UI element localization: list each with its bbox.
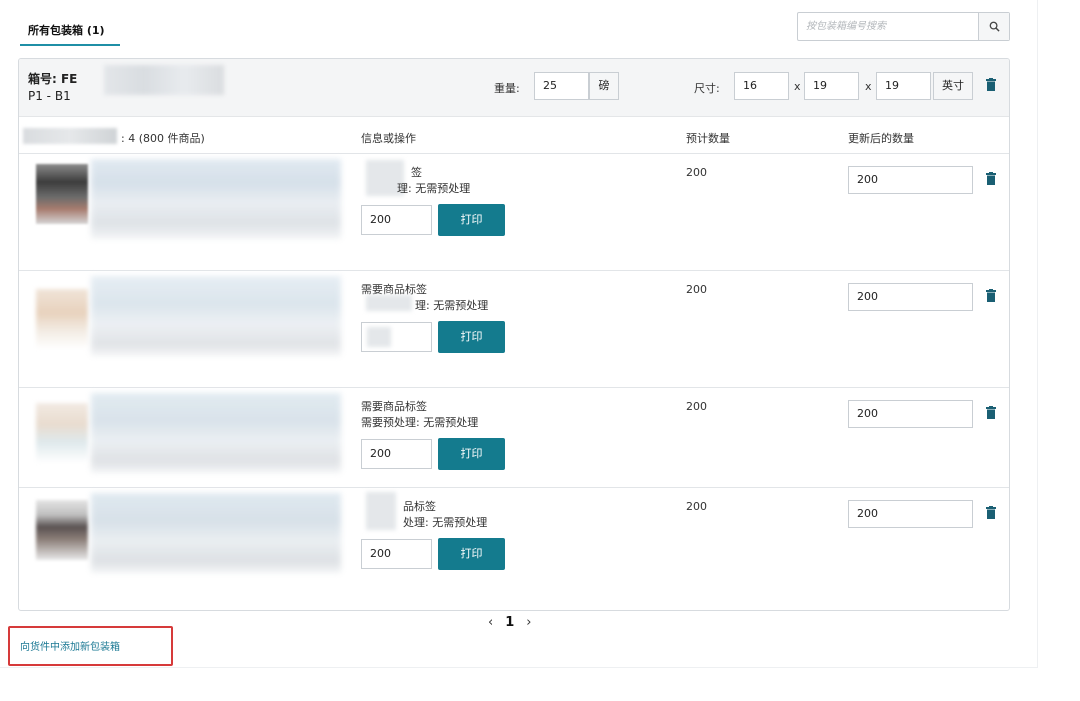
print-button[interactable]: 打印 [438, 321, 505, 353]
prep-requirement: 理: 无需预处理 [397, 182, 471, 195]
product-thumbnail [36, 500, 88, 560]
label-requirement: 签 [411, 166, 422, 179]
next-page-button[interactable]: › [526, 615, 531, 630]
sku-count-header: : 4 (800 件商品) [121, 132, 205, 145]
prev-page-button[interactable]: ‹ [488, 615, 493, 630]
prep-requirement: 需要预处理: 无需预处理 [361, 416, 479, 429]
height-input[interactable]: 19 [876, 72, 931, 100]
dim-separator: x [794, 80, 801, 93]
search-icon [989, 21, 1000, 32]
redacted-product-name[interactable] [91, 276, 341, 356]
redacted-product-name[interactable] [91, 393, 341, 473]
updated-quantity-input[interactable]: 200 [848, 400, 973, 428]
delete-item-trash-icon[interactable] [986, 172, 996, 185]
label-requirement: 需要商品标签 [361, 400, 427, 413]
weight-input[interactable]: 25 [534, 72, 589, 100]
table-row: 签 理: 无需预处理 200 打印 200 200 [19, 154, 1009, 270]
updated-quantity-input[interactable]: 200 [848, 166, 973, 194]
pagination: ‹ 1 › [488, 615, 531, 630]
box-position: P1 - B1 [28, 89, 71, 103]
weight-unit[interactable]: 磅 [589, 72, 619, 100]
table-row: 需要商品标签 理: 无需预处理 打印 200 200 [19, 271, 1009, 387]
redacted-box-id [104, 65, 224, 95]
col-updated-header: 更新后的数量 [848, 132, 914, 145]
search-button[interactable] [978, 13, 1009, 40]
print-button[interactable]: 打印 [438, 538, 505, 570]
redacted-info [367, 327, 391, 347]
delete-item-trash-icon[interactable] [986, 506, 996, 519]
print-quantity-input[interactable]: 200 [361, 539, 432, 569]
print-button[interactable]: 打印 [438, 204, 505, 236]
product-thumbnail [36, 164, 88, 224]
redacted-sku-header [23, 128, 117, 144]
delete-item-trash-icon[interactable] [986, 406, 996, 419]
box-search [797, 12, 1010, 41]
redacted-product-name[interactable] [91, 493, 341, 573]
updated-quantity-input[interactable]: 200 [848, 283, 973, 311]
box-card: 箱号: FE P1 - B1 重量: 25 磅 尺寸: 16 x 19 x 19… [18, 58, 1010, 611]
redacted-info [366, 295, 412, 311]
dim-separator: x [865, 80, 872, 93]
box-search-input[interactable] [798, 13, 978, 40]
tab-all-boxes[interactable]: 所有包装箱 (1) [28, 22, 105, 38]
current-page[interactable]: 1 [505, 615, 514, 630]
delete-box-trash-icon[interactable] [986, 78, 996, 91]
expected-quantity: 200 [686, 283, 707, 296]
box-header: 箱号: FE P1 - B1 重量: 25 磅 尺寸: 16 x 19 x 19… [19, 59, 1009, 117]
redacted-info [366, 492, 396, 530]
expected-quantity: 200 [686, 500, 707, 513]
print-quantity-input[interactable]: 200 [361, 439, 432, 469]
weight-label: 重量: [494, 82, 520, 95]
width-input[interactable]: 19 [804, 72, 859, 100]
col-expected-header: 预计数量 [686, 132, 730, 145]
print-quantity-input[interactable]: 200 [361, 205, 432, 235]
size-unit[interactable]: 英寸 [933, 72, 973, 100]
expected-quantity: 200 [686, 400, 707, 413]
add-new-box-link[interactable]: 向货件中添加新包装箱 [8, 626, 173, 666]
table-row: 需要商品标签 需要预处理: 无需预处理 200 打印 200 200 [19, 388, 1009, 487]
box-number: 箱号: FE [28, 72, 78, 86]
product-thumbnail [36, 289, 88, 349]
col-info-header: 信息或操作 [361, 132, 416, 145]
updated-quantity-input[interactable]: 200 [848, 500, 973, 528]
delete-item-trash-icon[interactable] [986, 289, 996, 302]
product-thumbnail [36, 403, 88, 463]
size-label: 尺寸: [694, 82, 720, 95]
table-row: 品标签 处理: 无需预处理 200 打印 200 200 [19, 488, 1009, 602]
prep-requirement: 处理: 无需预处理 [403, 516, 488, 529]
print-button[interactable]: 打印 [438, 438, 505, 470]
tab-active-indicator [20, 44, 120, 46]
prep-requirement: 理: 无需预处理 [415, 299, 489, 312]
shipment-box-panel: 所有包装箱 (1) 箱号: FE P1 - B1 重量: 25 磅 尺寸: 16… [0, 0, 1038, 668]
expected-quantity: 200 [686, 166, 707, 179]
length-input[interactable]: 16 [734, 72, 789, 100]
redacted-product-name[interactable] [91, 159, 341, 239]
label-requirement: 品标签 [403, 500, 436, 513]
